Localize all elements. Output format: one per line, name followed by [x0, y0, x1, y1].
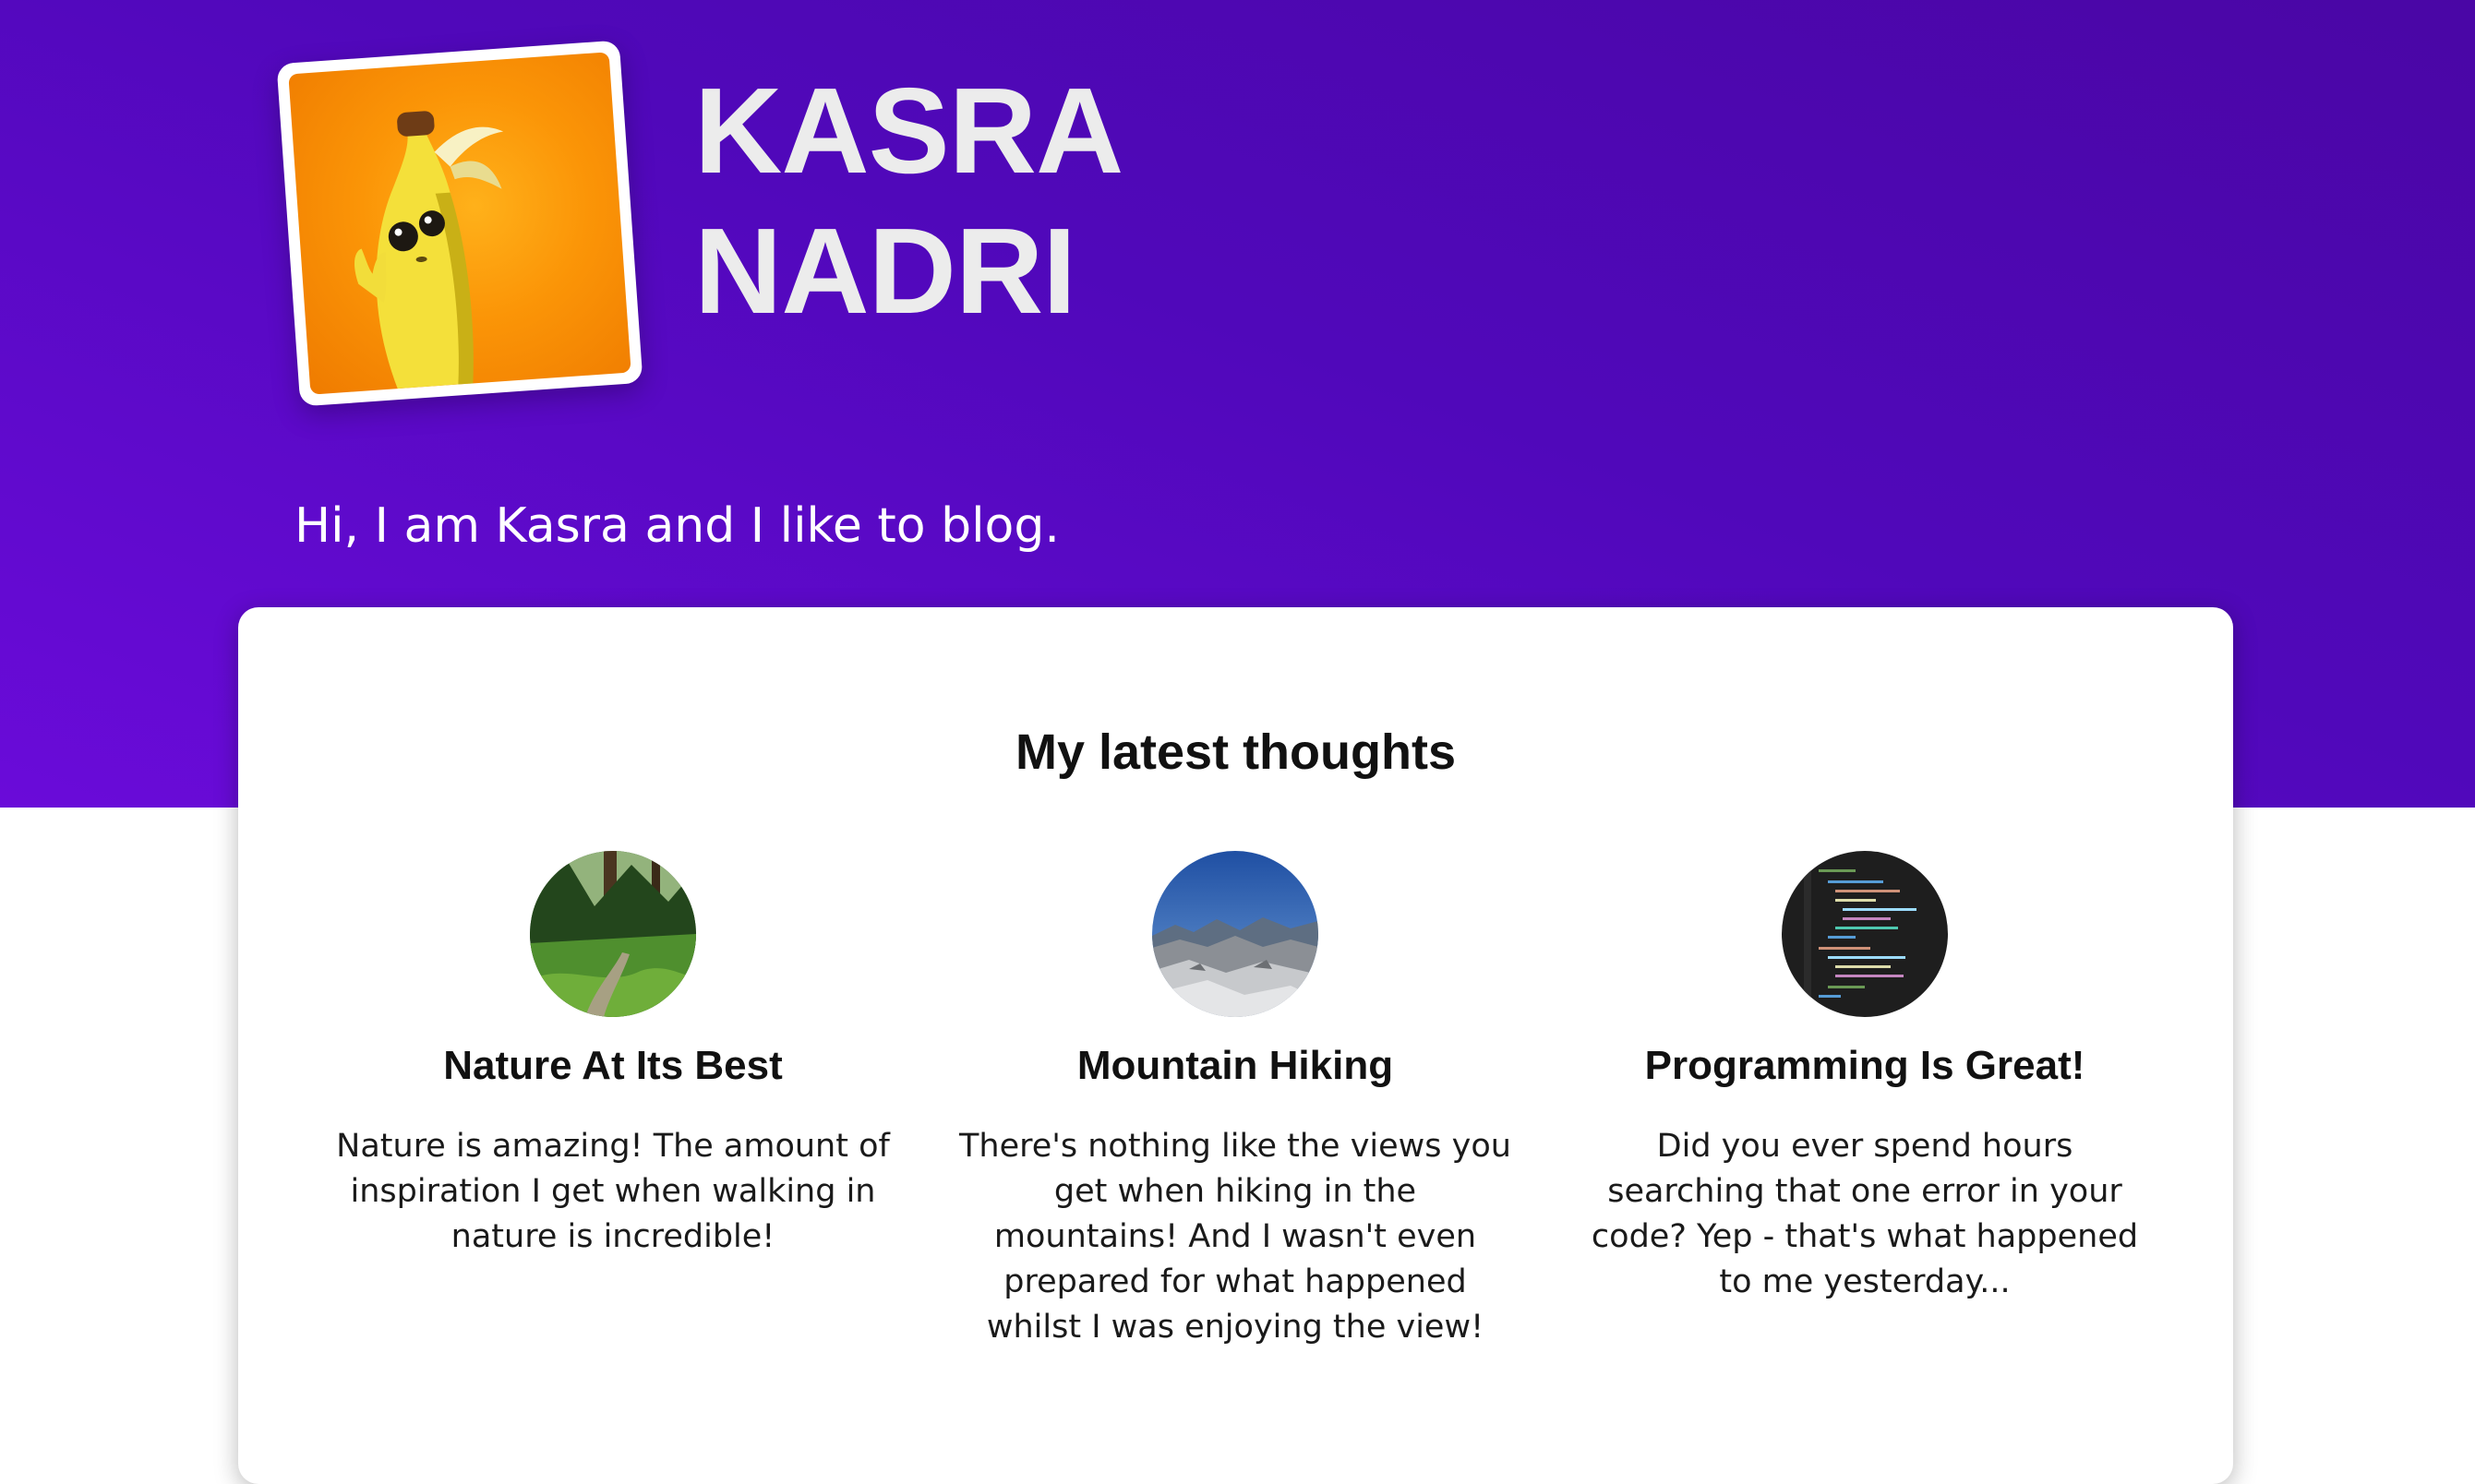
- post-card[interactable]: Nature At Its Best Nature is amazing! Th…: [327, 851, 899, 1260]
- tagline: Hi, I am Kasra and I like to blog.: [294, 498, 1060, 554]
- post-card[interactable]: Mountain Hiking There's nothing like the…: [949, 851, 1521, 1350]
- profile-avatar: [276, 40, 643, 407]
- post-title[interactable]: Programming Is Great!: [1579, 1034, 2151, 1098]
- site-title: KASRA NADRI: [694, 61, 1123, 341]
- post-excerpt: There's nothing like the views you get w…: [959, 1128, 1511, 1346]
- post-title[interactable]: Mountain Hiking: [949, 1034, 1521, 1098]
- post-excerpt: Nature is amazing! The amount of inspira…: [336, 1128, 890, 1255]
- post-excerpt: Did you ever spend hours searching that …: [1591, 1128, 2139, 1300]
- post-card[interactable]: Programming Is Great! Did you ever spend…: [1579, 851, 2151, 1305]
- latest-posts-card: My latest thoughts Nature At Its Best Na…: [238, 607, 2233, 1484]
- site-title-last-name: NADRI: [694, 203, 1076, 339]
- site-title-first-name: KASRA: [694, 63, 1123, 198]
- code-thumbnail-image[interactable]: [1782, 851, 1948, 1017]
- forest-thumbnail-image[interactable]: [530, 851, 696, 1017]
- mountain-thumbnail-image[interactable]: [1152, 851, 1318, 1017]
- banana-character-image: [288, 52, 631, 395]
- latest-posts-heading: My latest thoughts: [1015, 724, 1456, 780]
- post-title[interactable]: Nature At Its Best: [327, 1034, 899, 1098]
